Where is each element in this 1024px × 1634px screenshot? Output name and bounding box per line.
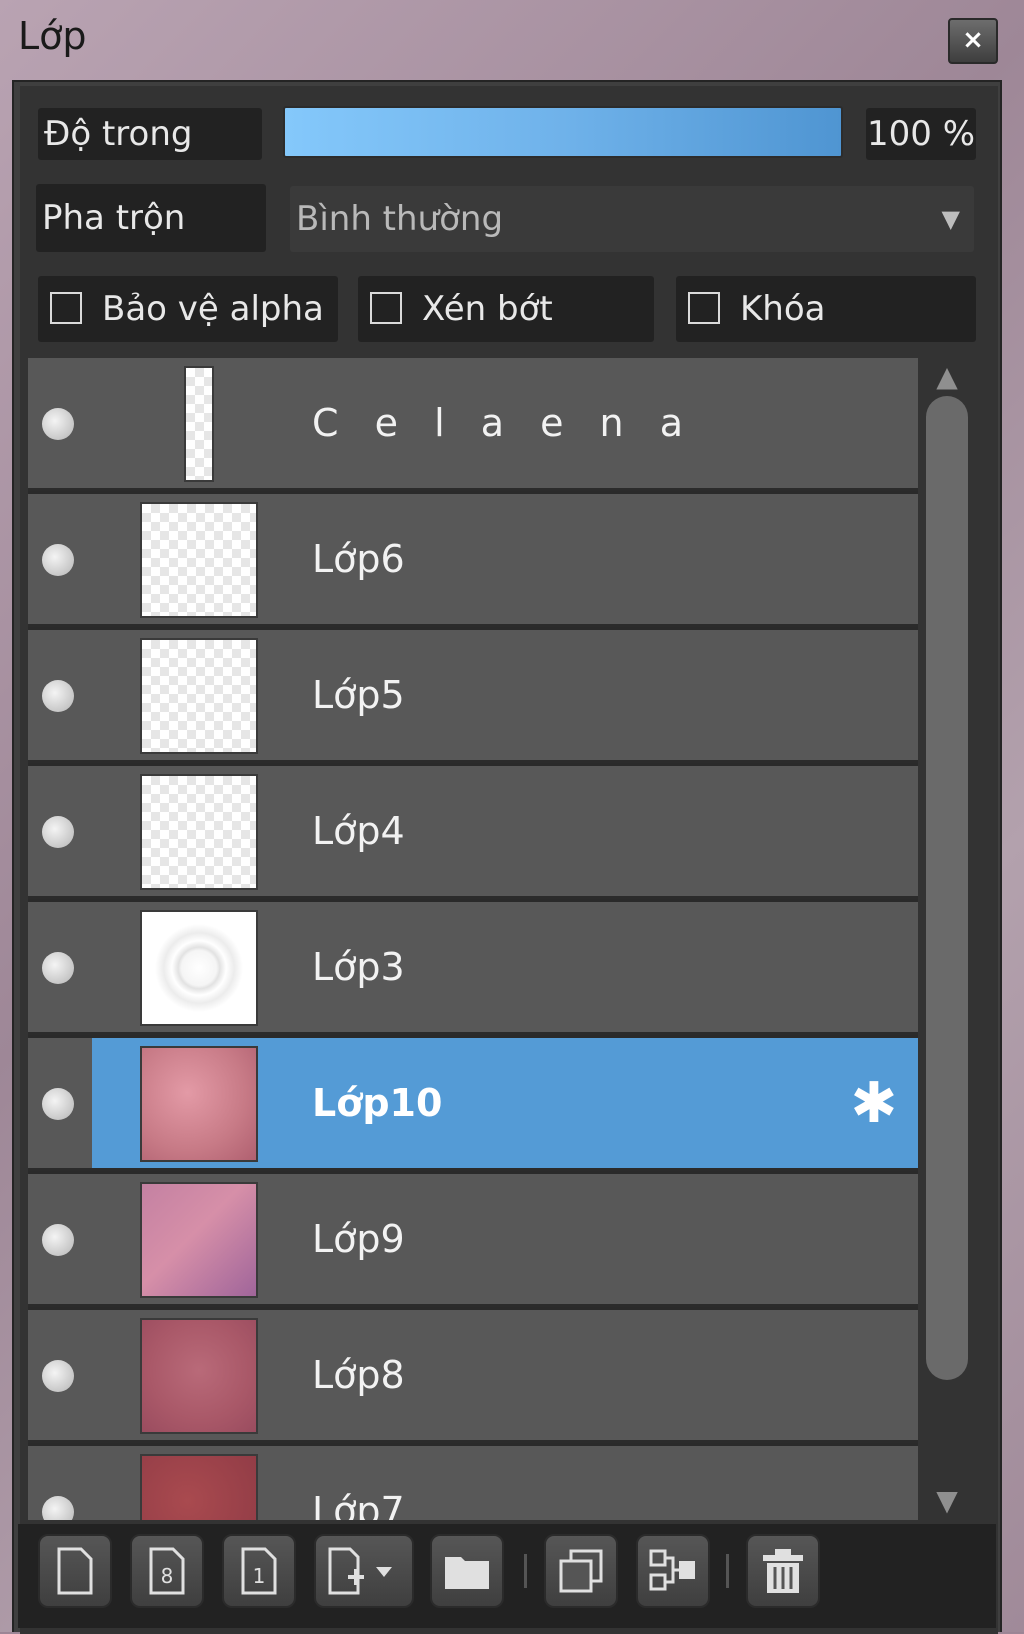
layer-name: Lớp10: [312, 1081, 443, 1125]
toolbar-separator: [726, 1554, 729, 1588]
layer-toolbar: 8 1: [18, 1524, 996, 1628]
layer-row-selected[interactable]: Lớp10 ✱: [28, 1038, 918, 1171]
visibility-toggle-icon[interactable]: [42, 1360, 74, 1392]
layer-name: Lớp9: [312, 1217, 405, 1261]
layer-thumbnail: [140, 638, 258, 754]
layer-name: Lớp3: [312, 945, 405, 989]
protect-alpha-label: Bảo vệ alpha: [102, 289, 324, 329]
visibility-toggle-icon[interactable]: [42, 816, 74, 848]
new-1bit-layer-button[interactable]: 1: [222, 1534, 296, 1608]
clip-checkbox[interactable]: Xén bớt: [358, 276, 654, 342]
new-folder-button[interactable]: [430, 1534, 504, 1608]
duplicate-icon: [559, 1549, 603, 1593]
layer-name: Lớp4: [312, 809, 405, 853]
add-layer-dropdown-icon: [328, 1547, 392, 1595]
lock-checkbox[interactable]: Khóa: [676, 276, 976, 342]
visibility-toggle-icon[interactable]: [42, 1088, 74, 1120]
new-8bit-layer-icon: 8: [149, 1547, 185, 1595]
checkbox-box[interactable]: [370, 292, 402, 324]
visibility-toggle-icon[interactable]: [42, 952, 74, 984]
layer-thumbnail: [140, 910, 258, 1026]
layer-list-scrollbar[interactable]: ▲ ▼: [922, 358, 972, 1520]
new-1bit-layer-icon: 1: [241, 1547, 277, 1595]
trash-icon: [763, 1549, 803, 1593]
blend-mode-select[interactable]: Bình thường ▼: [290, 186, 974, 252]
chevron-down-icon: ▼: [941, 205, 960, 233]
visibility-toggle-icon[interactable]: [42, 544, 74, 576]
layer-thumbnail: [140, 1318, 258, 1434]
layer-row[interactable]: Lớp6: [28, 494, 918, 627]
merge-icon: [649, 1549, 695, 1591]
new-layer-icon: [57, 1547, 93, 1595]
layer-row[interactable]: Lớp3: [28, 902, 918, 1035]
layer-thumbnail: [140, 1454, 258, 1520]
blend-label: Pha trộn: [36, 184, 266, 252]
layers-window: Lớp × Độ trong 100 % Pha trộn Bình thườn…: [0, 0, 1024, 1634]
checkbox-box[interactable]: [688, 292, 720, 324]
close-icon: ×: [962, 25, 984, 55]
window-title: Lớp: [18, 14, 87, 58]
layer-name: Lớp8: [312, 1353, 405, 1397]
scroll-thumb[interactable]: [926, 396, 968, 1380]
visibility-toggle-icon[interactable]: [42, 1224, 74, 1256]
title-bar[interactable]: Lớp ×: [0, 0, 1024, 80]
layer-name: Lớp5: [312, 673, 405, 717]
layer-row[interactable]: Lớp8: [28, 1310, 918, 1443]
layer-list[interactable]: C e l a e n a Lớp6 Lớp5 Lớp4 Lớp3 Lớp10: [28, 358, 918, 1520]
opacity-value[interactable]: 100 %: [866, 108, 976, 160]
layer-name: Lớp6: [312, 537, 405, 581]
delete-layer-button[interactable]: [746, 1534, 820, 1608]
scroll-down-icon[interactable]: ▼: [928, 1486, 966, 1516]
toolbar-separator: [524, 1554, 527, 1588]
blend-mode-value: Bình thường: [296, 199, 504, 239]
lock-label: Khóa: [740, 289, 826, 329]
layer-thumbnail: [140, 774, 258, 890]
layer-row[interactable]: Lớp4: [28, 766, 918, 899]
layer-name: C e l a e n a: [312, 401, 695, 445]
checkbox-box[interactable]: [50, 292, 82, 324]
layer-thumbnail: [140, 1046, 258, 1162]
layer-row[interactable]: Lớp5: [28, 630, 918, 763]
merge-layer-button[interactable]: [636, 1534, 710, 1608]
duplicate-layer-button[interactable]: [544, 1534, 618, 1608]
layer-thumbnail: [184, 366, 214, 482]
new-8bit-layer-button[interactable]: 8: [130, 1534, 204, 1608]
visibility-toggle-icon[interactable]: [42, 408, 74, 440]
layer-thumbnail: [140, 1182, 258, 1298]
visibility-toggle-icon[interactable]: [42, 680, 74, 712]
layer-row[interactable]: Lớp9: [28, 1174, 918, 1307]
protect-alpha-checkbox[interactable]: Bảo vệ alpha: [38, 276, 338, 342]
layer-row[interactable]: Lớp7: [28, 1446, 918, 1520]
close-button[interactable]: ×: [948, 18, 998, 64]
svg-text:8: 8: [161, 1564, 174, 1588]
opacity-slider[interactable]: [283, 106, 843, 158]
visibility-toggle-icon[interactable]: [42, 1496, 74, 1520]
scroll-up-icon[interactable]: ▲: [928, 362, 966, 392]
layer-row[interactable]: C e l a e n a: [28, 358, 918, 491]
add-layer-dropdown-button[interactable]: [314, 1534, 414, 1608]
new-layer-button[interactable]: [38, 1534, 112, 1608]
clip-label: Xén bớt: [422, 289, 553, 329]
folder-icon: [445, 1557, 489, 1589]
opacity-label: Độ trong: [38, 108, 262, 160]
gear-icon[interactable]: ✱: [846, 1076, 902, 1132]
layer-name: Lớp7: [312, 1489, 405, 1520]
layer-thumbnail: [140, 502, 258, 618]
svg-text:1: 1: [253, 1564, 266, 1588]
